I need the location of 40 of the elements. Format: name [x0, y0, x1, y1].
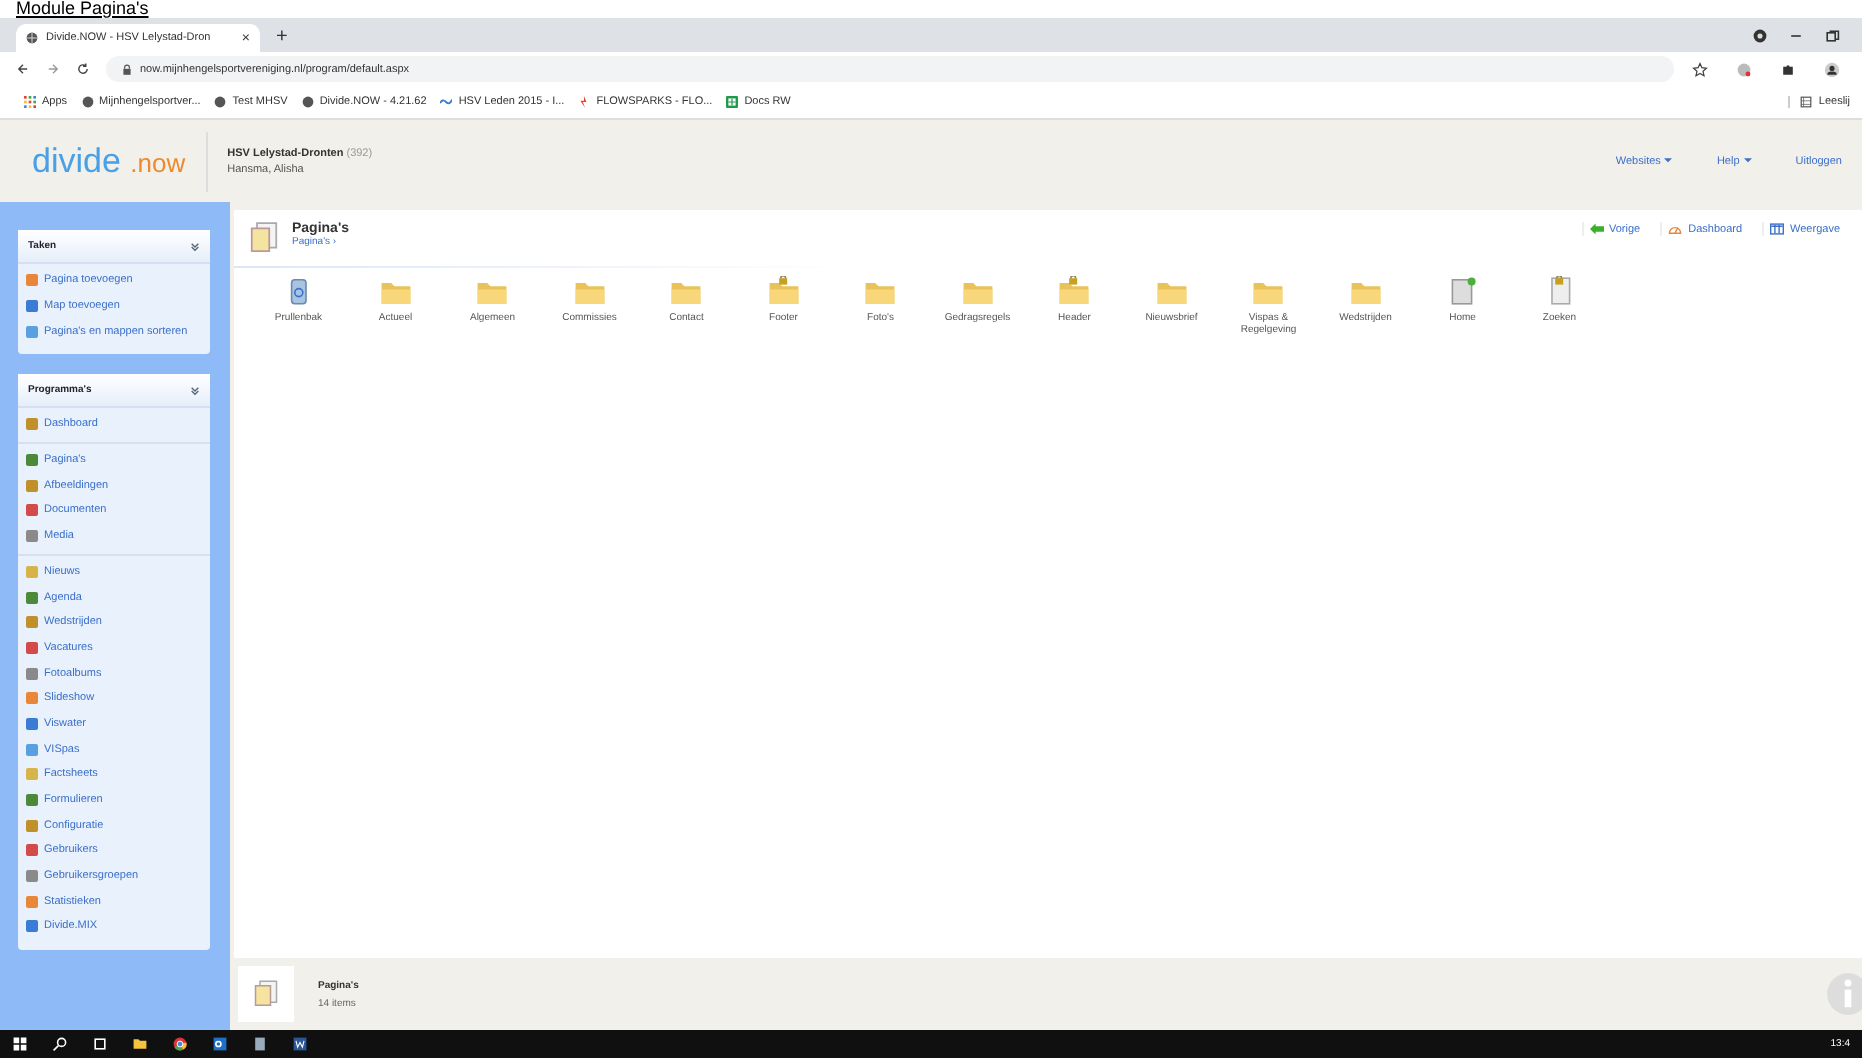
- document-icon[interactable]: [252, 1036, 268, 1052]
- profile-icon[interactable]: [1824, 61, 1840, 77]
- item-icon: [767, 276, 800, 306]
- restore-icon[interactable]: [1824, 28, 1840, 44]
- item-icon: [1446, 276, 1479, 306]
- sheet-icon: [726, 96, 739, 108]
- task-view-icon[interactable]: [92, 1036, 108, 1052]
- new-tab-button[interactable]: +: [276, 26, 288, 48]
- globe-icon: [214, 96, 227, 108]
- pages-icon: [254, 980, 278, 1008]
- reload-icon[interactable]: [76, 62, 90, 76]
- lock-icon: [122, 63, 132, 75]
- spark-icon: [578, 96, 591, 108]
- globe-icon: [26, 32, 38, 44]
- folder-icon[interactable]: [132, 1036, 148, 1052]
- collapse-icon[interactable]: [190, 385, 200, 396]
- wave-icon: [440, 96, 453, 108]
- forward-icon[interactable]: [46, 62, 60, 76]
- pages-icon: [250, 222, 278, 254]
- search-icon[interactable]: [52, 1036, 68, 1052]
- caret-icon: [1664, 158, 1673, 164]
- word-icon[interactable]: [292, 1036, 308, 1052]
- caret-icon: [1743, 158, 1752, 164]
- globe-icon: [301, 96, 314, 108]
- windows-start-icon[interactable]: [12, 1036, 28, 1052]
- list-icon: [1800, 96, 1813, 108]
- globe-icon: [81, 96, 94, 108]
- item-icon: [1058, 276, 1091, 306]
- chrome-icon[interactable]: [172, 1036, 188, 1052]
- arrow-left-icon: [1589, 222, 1603, 236]
- dashboard-icon: [1668, 222, 1683, 236]
- apps-grid-icon: [24, 96, 36, 108]
- collapse-icon[interactable]: [190, 241, 200, 251]
- outlook-icon[interactable]: [212, 1036, 228, 1052]
- star-icon[interactable]: [1692, 61, 1708, 77]
- module-icon: [26, 418, 38, 431]
- page-heading: Module Pagina's: [14, 0, 151, 18]
- account-icon[interactable]: [1752, 28, 1768, 44]
- back-icon[interactable]: [16, 62, 30, 76]
- columns-icon: [1770, 222, 1785, 236]
